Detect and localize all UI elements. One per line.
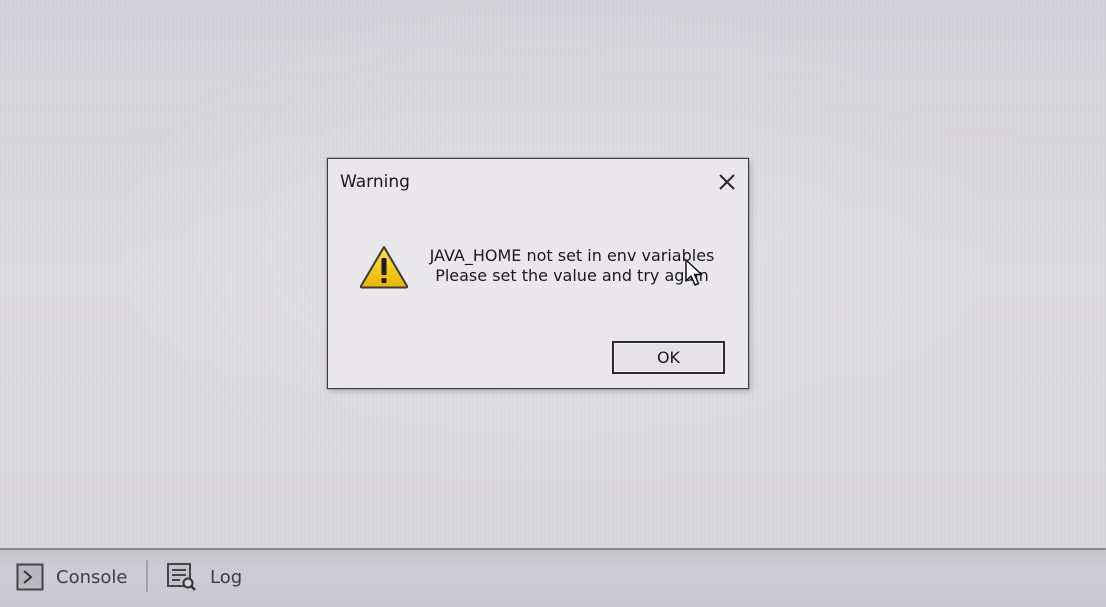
close-button[interactable]	[716, 171, 738, 193]
tab-console-label: Console	[56, 566, 128, 588]
warning-icon	[359, 245, 409, 289]
tab-log[interactable]: Log	[166, 561, 242, 593]
message-line-2: Please set the value and try again	[435, 266, 709, 285]
ok-button[interactable]: OK	[612, 341, 725, 374]
close-icon	[719, 174, 735, 190]
message-line-1: JAVA_HOME not set in env variables	[429, 246, 715, 265]
tab-log-label: Log	[210, 566, 243, 588]
console-icon	[16, 563, 44, 591]
tab-console[interactable]: Console	[16, 561, 127, 593]
dialog-title: Warning	[340, 172, 410, 192]
dialog-message: JAVA_HOME not set in env variables Pleas…	[422, 246, 722, 286]
bottom-tab-bar: Console Log	[0, 548, 1106, 607]
log-icon	[167, 563, 196, 591]
tab-divider	[146, 560, 148, 592]
mouse-cursor-icon	[684, 258, 706, 288]
